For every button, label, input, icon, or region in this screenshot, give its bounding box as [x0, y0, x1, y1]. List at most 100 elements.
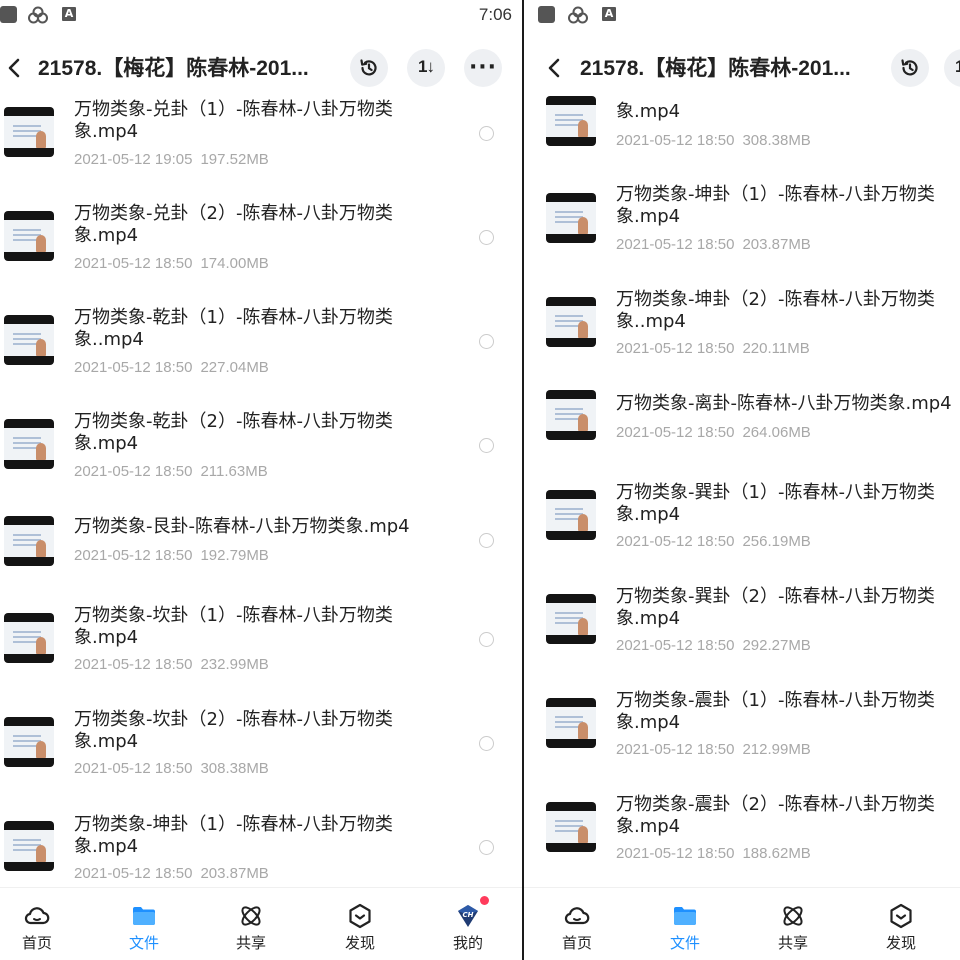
- file-meta: 2021-05-12 18:50 192.79MB: [74, 547, 269, 564]
- file-name: 万物类象-震卦（2）-陈春林-八卦万物类象.mp4: [616, 794, 935, 837]
- file-row[interactable]: 万物类象-巽卦（2）-陈春林-八卦万物类象.mp4 2021-05-12 18:5…: [524, 576, 960, 680]
- file-meta: 2021-05-12 18:50 220.11MB: [616, 340, 810, 357]
- file-meta: 2021-05-12 18:50 264.06MB: [616, 424, 811, 441]
- file-size: 227.04MB: [200, 359, 269, 376]
- select-radio[interactable]: [479, 126, 494, 141]
- file-row[interactable]: 万物类象-兑卦（1）-陈春林-八卦万物类象.mp4 2021-05-12 19:0…: [0, 96, 522, 200]
- file-name: 万物类象-坤卦（1）-陈春林-八卦万物类象.mp4: [74, 814, 393, 857]
- file-meta: 2021-05-12 18:50 203.87MB: [616, 236, 811, 253]
- file-date: 2021-05-12 18:50: [616, 533, 735, 550]
- file-name: 万物类象-坎卦（2）-陈春林-八卦万物类象.mp4: [74, 709, 393, 752]
- file-size: 256.19MB: [742, 533, 811, 550]
- file-date: 2021-05-12 18:50: [74, 255, 193, 272]
- share-atom-icon: [779, 902, 807, 930]
- video-thumbnail: [546, 297, 596, 347]
- file-row[interactable]: 万物类象-坎卦（1）-陈春林-八卦万物类象.mp4 2021-05-12 18:5…: [0, 596, 522, 700]
- file-date: 2021-05-12 18:50: [616, 741, 735, 758]
- file-name: 万物类象-坤卦（1）-陈春林-八卦万物类象.mp4: [616, 184, 935, 227]
- nav-cloud-home[interactable]: 首页: [0, 888, 77, 960]
- video-thumbnail: [4, 107, 54, 157]
- file-meta: 2021-05-12 18:50 308.38MB: [74, 760, 269, 777]
- video-thumbnail: [4, 419, 54, 469]
- file-date: 2021-05-12 18:50: [616, 236, 735, 253]
- file-date: 2021-05-12 18:50: [74, 359, 193, 376]
- select-radio[interactable]: [479, 230, 494, 245]
- file-meta: 2021-05-12 18:50 212.99MB: [616, 741, 811, 758]
- nav-label: 首页: [561, 934, 592, 952]
- file-size: 220.11MB: [742, 340, 810, 357]
- file-row[interactable]: 万物类象-坤卦（1）-陈春林-八卦万物类象.mp4 2021-05-12 18:5…: [524, 176, 960, 280]
- nav-label: 我的: [452, 934, 483, 952]
- nav-discover-hexagon[interactable]: 发现: [861, 888, 941, 960]
- file-row[interactable]: 万物类象-乾卦（2）-陈春林-八卦万物类象.mp4 2021-05-12 18:5…: [0, 408, 522, 512]
- file-date: 2021-05-12 18:50: [616, 340, 735, 357]
- nav-discover-hexagon[interactable]: 发现: [320, 888, 400, 960]
- file-name: 万物类象-巽卦（2）-陈春林-八卦万物类象.mp4: [616, 586, 935, 629]
- video-thumbnail: [546, 802, 596, 852]
- file-date: 2021-05-12 18:50: [616, 637, 735, 654]
- select-radio[interactable]: [479, 736, 494, 751]
- nav-profile-badge[interactable]: CH 我的: [428, 888, 508, 960]
- file-name: 万物类象-坤卦（2）-陈春林-八卦万物类象..mp4: [616, 289, 935, 332]
- nav-label: 文件: [128, 934, 159, 952]
- folder-icon: [671, 902, 699, 930]
- file-name: 万物类象-坎卦（1）-陈春林-八卦万物类象.mp4: [74, 605, 393, 648]
- nav-folder[interactable]: 文件: [645, 888, 725, 960]
- share-atom-icon: [237, 902, 265, 930]
- file-date: 2021-05-12 18:50: [616, 845, 735, 862]
- nav-label: 共享: [235, 934, 266, 952]
- file-meta: 2021-05-12 18:50 232.99MB: [74, 656, 269, 673]
- file-meta: 2021-05-12 18:50 292.27MB: [616, 637, 811, 654]
- nav-label: 共享: [777, 934, 808, 952]
- file-name: 万物类象-巽卦（1）-陈春林-八卦万物类象.mp4: [616, 482, 935, 525]
- file-row[interactable]: 万物类象-巽卦（1）-陈春林-八卦万物类象.mp4 2021-05-12 18:5…: [524, 472, 960, 576]
- file-date: 2021-05-12 18:50: [74, 760, 193, 777]
- file-size: 264.06MB: [742, 424, 811, 441]
- nav-label: 发现: [344, 934, 375, 952]
- file-row[interactable]: 万物类象-坎卦（2）-陈春林-八卦万物类象.mp4 2021-05-12 18:5…: [0, 700, 522, 804]
- left-screen: A 7:06 21578.【梅花】陈春林-201... 1↓ ··· 万物类象-…: [0, 0, 522, 960]
- file-list: 象.mp4 2021-05-12 18:50 308.38MB 万物类象-坤卦（1）-…: [524, 0, 960, 888]
- video-thumbnail: [4, 613, 54, 663]
- select-radio[interactable]: [479, 632, 494, 647]
- file-size: 203.87MB: [742, 236, 811, 253]
- file-row[interactable]: 万物类象-坤卦（2）-陈春林-八卦万物类象..mp4 2021-05-12 18:…: [524, 280, 960, 384]
- file-date: 2021-05-12 18:50: [616, 132, 735, 149]
- select-radio[interactable]: [479, 334, 494, 349]
- file-size: 308.38MB: [200, 760, 269, 777]
- file-name: 万物类象-艮卦-陈春林-八卦万物类象.mp4: [74, 516, 410, 537]
- file-meta: 2021-05-12 18:50 203.87MB: [74, 865, 269, 882]
- file-row[interactable]: 万物类象-震卦（2）-陈春林-八卦万物类象.mp4 2021-05-12 18:5…: [524, 784, 960, 888]
- file-name: 万物类象-兑卦（2）-陈春林-八卦万物类象.mp4: [74, 203, 393, 246]
- file-meta: 2021-05-12 18:50 308.38MB: [616, 132, 811, 149]
- file-row[interactable]: 万物类象-坤卦（1）-陈春林-八卦万物类象.mp4 2021-05-12 18:5…: [0, 804, 522, 888]
- file-date: 2021-05-12 18:50: [74, 865, 193, 882]
- file-name: 万物类象-离卦-陈春林-八卦万物类象.mp4: [616, 393, 952, 414]
- discover-hexagon-icon: [346, 902, 374, 930]
- video-thumbnail: [4, 315, 54, 365]
- file-date: 2021-05-12 18:50: [74, 463, 193, 480]
- video-thumbnail: [546, 193, 596, 243]
- notification-dot: [480, 896, 489, 905]
- file-size: 232.99MB: [200, 656, 269, 673]
- select-radio[interactable]: [479, 840, 494, 855]
- file-row[interactable]: 万物类象-乾卦（1）-陈春林-八卦万物类象..mp4 2021-05-12 18:…: [0, 304, 522, 408]
- select-radio[interactable]: [479, 533, 494, 548]
- nav-folder[interactable]: 文件: [104, 888, 184, 960]
- file-size: 308.38MB: [742, 132, 811, 149]
- file-row[interactable]: 象.mp4 2021-05-12 18:50 308.38MB: [524, 80, 960, 184]
- select-radio[interactable]: [479, 438, 494, 453]
- nav-share-atom[interactable]: 共享: [753, 888, 833, 960]
- file-date: 2021-05-12 19:05: [74, 151, 193, 168]
- file-row[interactable]: 万物类象-震卦（1）-陈春林-八卦万物类象.mp4 2021-05-12 18:5…: [524, 680, 960, 784]
- file-date: 2021-05-12 18:50: [616, 424, 735, 441]
- file-size: 197.52MB: [200, 151, 269, 168]
- file-row[interactable]: 万物类象-兑卦（2）-陈春林-八卦万物类象.mp4 2021-05-12 18:5…: [0, 200, 522, 304]
- file-date: 2021-05-12 18:50: [74, 656, 193, 673]
- video-thumbnail: [4, 717, 54, 767]
- file-size: 203.87MB: [200, 865, 269, 882]
- cloud-home-icon: [563, 902, 591, 930]
- nav-cloud-home[interactable]: 首页: [537, 888, 617, 960]
- nav-share-atom[interactable]: 共享: [211, 888, 291, 960]
- discover-hexagon-icon: [887, 902, 915, 930]
